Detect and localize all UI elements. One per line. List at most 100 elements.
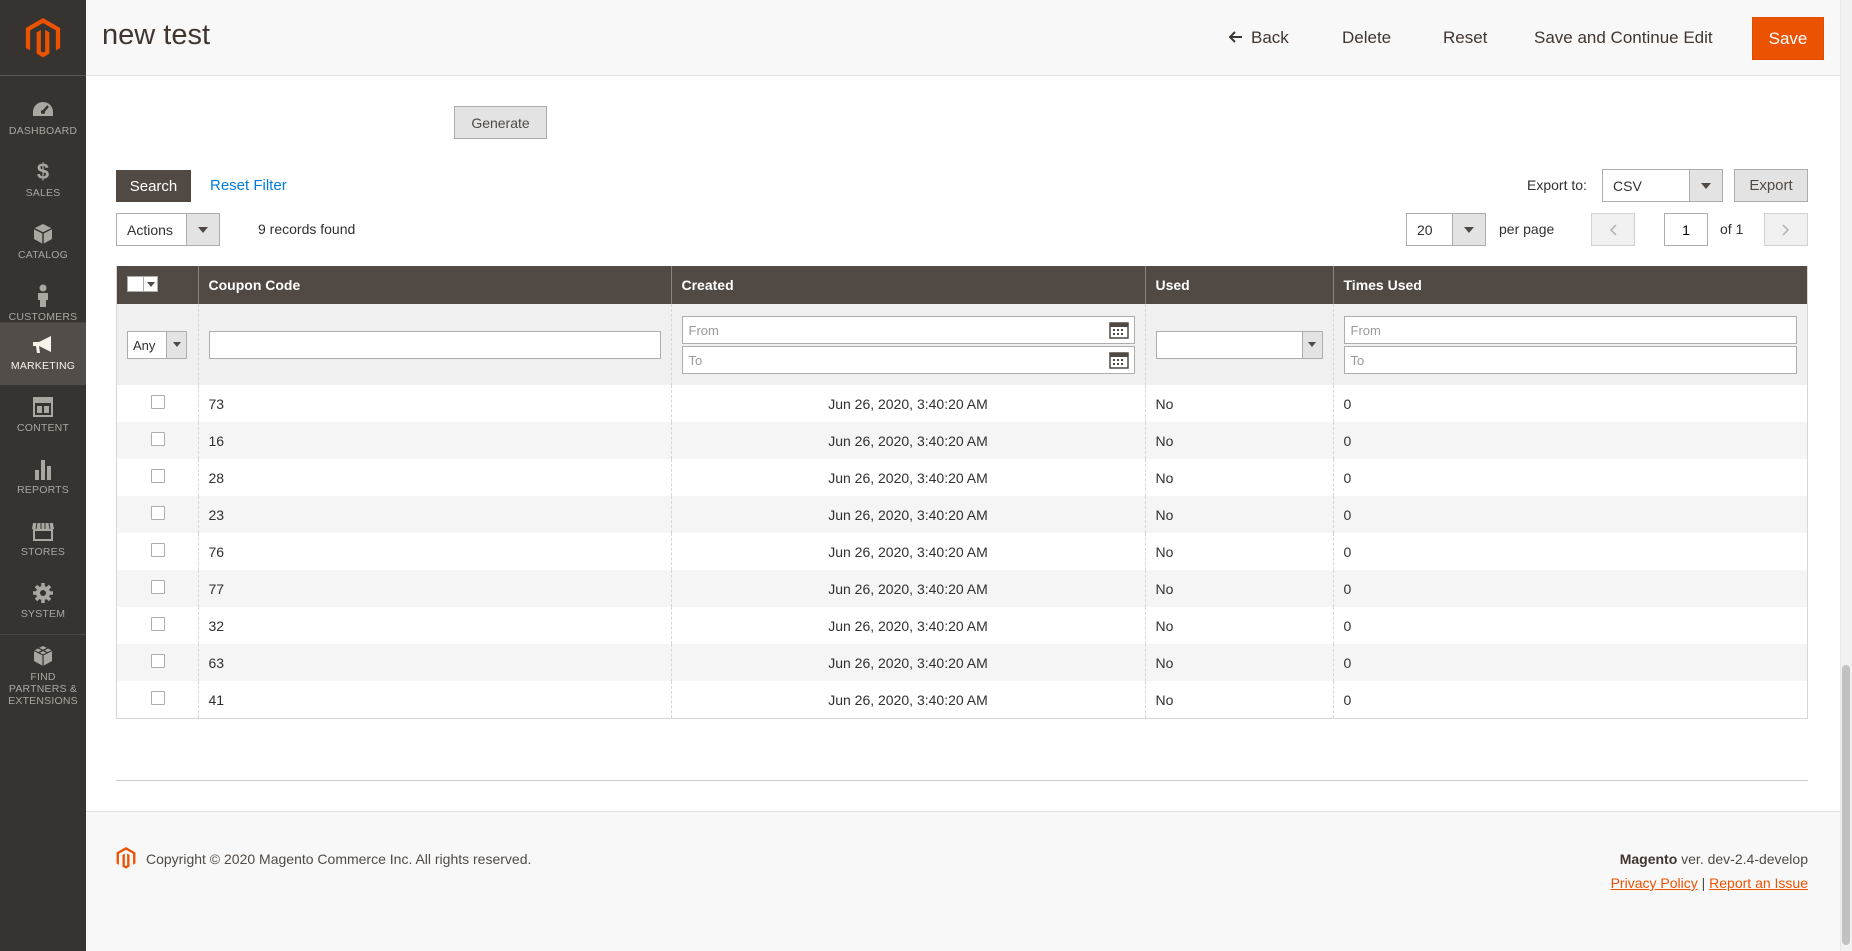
- table-row[interactable]: 32 Jun 26, 2020, 3:40:20 AM No 0: [117, 607, 1807, 644]
- version-text: Magento ver. dev-2.4-develop: [1620, 851, 1808, 867]
- export-button[interactable]: Export: [1734, 169, 1808, 202]
- row-checkbox[interactable]: [151, 543, 165, 557]
- column-header-times-used[interactable]: Times Used: [1333, 266, 1807, 304]
- magento-logo-icon[interactable]: [25, 18, 61, 58]
- privacy-policy-link[interactable]: Privacy Policy: [1611, 875, 1698, 891]
- table-row[interactable]: 23 Jun 26, 2020, 3:40:20 AM No 0: [117, 496, 1807, 533]
- select-filter[interactable]: Any: [127, 330, 187, 359]
- nav-label: CONTENT: [16, 422, 70, 434]
- page-footer: Copyright © 2020 Magento Commerce Inc. A…: [86, 811, 1852, 951]
- chevron-down-icon: [1689, 170, 1722, 201]
- row-checkbox[interactable]: [151, 580, 165, 594]
- page-scrollbar[interactable]: [1840, 0, 1852, 951]
- dollar-icon: $: [36, 159, 50, 184]
- mass-select-checkbox[interactable]: [127, 276, 158, 292]
- nav-content[interactable]: CONTENT: [0, 385, 86, 447]
- page-count: of 1: [1720, 221, 1744, 237]
- table-row[interactable]: 76 Jun 26, 2020, 3:40:20 AM No 0: [117, 533, 1807, 570]
- coupon-code-cell: 16: [198, 422, 672, 459]
- table-row[interactable]: 41 Jun 26, 2020, 3:40:20 AM No 0: [117, 681, 1807, 718]
- next-page-button[interactable]: [1764, 213, 1808, 246]
- dashboard-icon: [30, 98, 56, 122]
- nav-catalog[interactable]: CATALOG: [0, 212, 86, 274]
- reset-filter-link[interactable]: Reset Filter: [210, 177, 287, 194]
- search-button[interactable]: Search: [116, 170, 191, 202]
- calendar-icon[interactable]: [1108, 321, 1129, 339]
- row-checkbox[interactable]: [151, 617, 165, 631]
- per-page-label: per page: [1499, 221, 1555, 237]
- per-page-select[interactable]: 20: [1406, 213, 1486, 246]
- layout-icon: [30, 395, 56, 419]
- created-cell: Jun 26, 2020, 3:40:20 AM: [671, 570, 1146, 607]
- times-used-from-filter[interactable]: From: [1343, 315, 1797, 344]
- back-button[interactable]: Back: [1228, 22, 1289, 54]
- nav-dashboard[interactable]: DASHBOARD: [0, 88, 86, 150]
- column-header-used[interactable]: Used: [1145, 266, 1334, 304]
- nav-label: REPORTS: [17, 484, 69, 496]
- coupon-code-filter[interactable]: [208, 330, 661, 359]
- table-row[interactable]: 28 Jun 26, 2020, 3:40:20 AM No 0: [117, 459, 1807, 496]
- calendar-icon[interactable]: [1108, 351, 1129, 369]
- row-checkbox[interactable]: [151, 469, 165, 483]
- nav-marketing[interactable]: MARKETING: [0, 323, 86, 385]
- save-continue-button[interactable]: Save and Continue Edit: [1534, 22, 1713, 54]
- nav-sales[interactable]: $ SALES: [0, 150, 86, 212]
- mass-select-header: [117, 266, 199, 304]
- coupon-code-cell: 63: [198, 644, 672, 681]
- chevron-down-icon: [143, 277, 157, 291]
- chevron-down-icon: [166, 331, 186, 358]
- created-to-placeholder: To: [688, 352, 703, 368]
- created-cell: Jun 26, 2020, 3:40:20 AM: [671, 681, 1146, 718]
- reset-button[interactable]: Reset: [1443, 22, 1487, 54]
- coupon-code-cell: 41: [198, 681, 672, 718]
- times-used-to-placeholder: To: [1350, 352, 1365, 368]
- scrollbar-thumb[interactable]: [1842, 665, 1850, 945]
- used-filter[interactable]: [1155, 330, 1323, 359]
- row-checkbox[interactable]: [151, 506, 165, 520]
- table-row[interactable]: 63 Jun 26, 2020, 3:40:20 AM No 0: [117, 644, 1807, 681]
- coupon-code-cell: 73: [198, 385, 672, 422]
- export-format-value: CSV: [1613, 178, 1642, 194]
- nav-stores[interactable]: STORES: [0, 509, 86, 571]
- generate-button[interactable]: Generate: [454, 106, 547, 139]
- row-checkbox[interactable]: [151, 691, 165, 705]
- created-cell: Jun 26, 2020, 3:40:20 AM: [671, 496, 1146, 533]
- row-checkbox[interactable]: [151, 432, 165, 446]
- page-input[interactable]: [1664, 213, 1708, 246]
- cubes-icon: [30, 644, 56, 668]
- previous-page-button[interactable]: [1591, 213, 1635, 246]
- row-select-cell: [117, 644, 199, 681]
- nav-find-partners[interactable]: FIND PARTNERS & EXTENSIONS: [0, 634, 86, 710]
- created-cell: Jun 26, 2020, 3:40:20 AM: [671, 607, 1146, 644]
- column-header-coupon-code[interactable]: Coupon Code: [198, 266, 672, 304]
- created-to-filter[interactable]: To: [681, 345, 1135, 374]
- row-checkbox[interactable]: [151, 395, 165, 409]
- nav-system[interactable]: SYSTEM: [0, 571, 86, 633]
- bar-chart-icon: [30, 457, 56, 481]
- created-from-filter[interactable]: From: [681, 315, 1135, 344]
- times-used-to-filter[interactable]: To: [1343, 345, 1797, 374]
- table-row[interactable]: 77 Jun 26, 2020, 3:40:20 AM No 0: [117, 570, 1807, 607]
- times-used-cell: 0: [1333, 422, 1807, 459]
- delete-button[interactable]: Delete: [1342, 22, 1391, 54]
- used-cell: No: [1145, 644, 1334, 681]
- row-select-cell: [117, 385, 199, 422]
- times-used-cell: 0: [1333, 681, 1807, 718]
- nav-label: SYSTEM: [20, 608, 66, 620]
- created-cell: Jun 26, 2020, 3:40:20 AM: [671, 385, 1146, 422]
- used-cell: No: [1145, 422, 1334, 459]
- export-format-select[interactable]: CSV: [1602, 169, 1723, 202]
- coupon-code-cell: 77: [198, 570, 672, 607]
- created-cell: Jun 26, 2020, 3:40:20 AM: [671, 644, 1146, 681]
- column-header-created[interactable]: Created: [671, 266, 1146, 304]
- save-button[interactable]: Save: [1752, 17, 1824, 60]
- used-cell: No: [1145, 496, 1334, 533]
- row-checkbox[interactable]: [151, 654, 165, 668]
- nav-reports[interactable]: REPORTS: [0, 447, 86, 509]
- report-issue-link[interactable]: Report an Issue: [1709, 875, 1808, 891]
- table-row[interactable]: 73 Jun 26, 2020, 3:40:20 AM No 0: [117, 385, 1807, 422]
- actions-select[interactable]: Actions: [116, 213, 220, 246]
- coupon-code-cell: 28: [198, 459, 672, 496]
- megaphone-icon: [30, 333, 56, 357]
- table-row[interactable]: 16 Jun 26, 2020, 3:40:20 AM No 0: [117, 422, 1807, 459]
